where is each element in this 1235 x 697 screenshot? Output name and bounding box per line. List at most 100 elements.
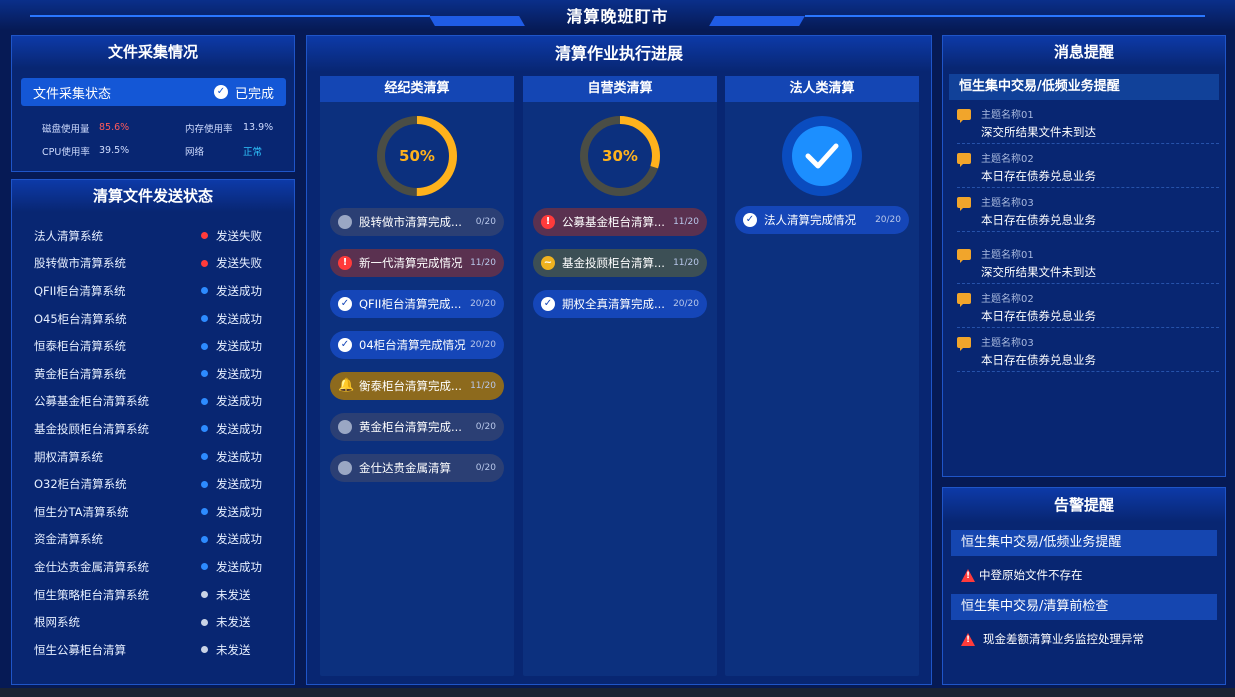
send-status-row[interactable]: O45柜台清算系统 发送成功	[34, 305, 294, 333]
task-pill[interactable]: ✓ 法人清算完成情况 20/20	[735, 206, 909, 234]
task-label: 04柜台清算完成情况	[359, 338, 466, 352]
warning-icon	[961, 568, 975, 582]
status-dot-icon	[201, 370, 208, 378]
message-item[interactable]: 主题名称01 深交所结果文件未到达	[957, 100, 1219, 144]
not-started-icon	[338, 215, 352, 229]
status-dot-icon	[201, 646, 208, 654]
send-status-panel: 清算文件发送状态 法人清算系统 发送失败 股转做市清算系统 发送失败 QFII柜台清算系…	[11, 179, 295, 685]
message-item[interactable]: 主题名称03 本日存在债券兑息业务	[957, 188, 1219, 232]
send-status-row[interactable]: 恒生公募柜台清算 未发送	[34, 636, 294, 664]
task-count: 11/20	[673, 258, 699, 268]
pending-icon: ~	[541, 256, 555, 270]
task-pill[interactable]: 黄金柜台清算完成... 0/20	[330, 413, 504, 441]
task-list: ✓ 法人清算完成情况 20/20	[725, 206, 919, 234]
send-status-text: 发送失败	[216, 228, 262, 243]
task-pill[interactable]: ✓ 04柜台清算完成情况 20/20	[330, 331, 504, 359]
column-brokerage: 经纪类清算 50% 股转做市清算完成... 0/20! 新一代清算完成情况 11/20…	[320, 76, 514, 676]
alert-item[interactable]: 现金差额清算业务监控处理异常	[961, 628, 1225, 650]
send-status-row[interactable]: 恒生分TA清算系统 发送成功	[34, 498, 294, 526]
send-status-row[interactable]: 资金清算系统 发送成功	[34, 526, 294, 554]
system-name: 基金投顾柜台清算系统	[34, 421, 149, 436]
send-status-row[interactable]: 法人清算系统 发送失败	[34, 222, 294, 250]
system-name: O32柜台清算系统	[34, 477, 127, 492]
column-title: 自营类清算	[523, 76, 717, 102]
send-status-text: 未发送	[216, 587, 251, 602]
task-count: 20/20	[470, 299, 496, 309]
send-status-text: 发送成功	[216, 532, 262, 547]
task-pill[interactable]: ✓ QFII柜台清算完成... 20/20	[330, 290, 504, 318]
alert-item[interactable]: 中登原始文件不存在	[961, 564, 1225, 586]
send-status-text: 发送成功	[216, 283, 262, 298]
send-status-row[interactable]: 基金投顾柜台清算系统 发送成功	[34, 415, 294, 443]
task-pill[interactable]: ! 新一代清算完成情况 11/20	[330, 249, 504, 277]
column-title: 法人类清算	[725, 76, 919, 102]
system-stats: 磁盘使用量 85.6% 内存使用率 13.9% CPU使用率 39.5% 网络 …	[42, 116, 294, 162]
progress-percent: 30%	[602, 147, 638, 165]
task-count: 0/20	[475, 463, 496, 473]
message-icon	[957, 249, 971, 263]
stat-label: 内存使用率	[185, 123, 233, 135]
message-topic: 主题名称03	[981, 198, 1034, 209]
task-count: 20/20	[470, 340, 496, 350]
task-pill[interactable]: 金仕达贵金属清算 0/20	[330, 454, 504, 482]
task-pill[interactable]: ~ 基金投顾柜台清算... 11/20	[533, 249, 707, 277]
task-list: ! 公募基金柜台清算... 11/20 ~ 基金投顾柜台清算... 11/20 ✓ 期权全真清…	[523, 208, 717, 318]
task-label: 金仕达贵金属清算	[359, 461, 451, 475]
completed-check-icon	[782, 116, 862, 196]
send-status-row[interactable]: QFII柜台清算系统 发送成功	[34, 277, 294, 305]
send-status-row[interactable]: 黄金柜台清算系统 发送成功	[34, 360, 294, 388]
task-label: 黄金柜台清算完成...	[359, 420, 462, 434]
status-dot-icon	[201, 425, 208, 433]
not-started-icon	[338, 461, 352, 475]
system-name: 恒泰柜台清算系统	[34, 339, 126, 354]
send-status-text: 发送成功	[216, 559, 262, 574]
status-dot-icon	[201, 508, 208, 516]
progress-ring: 50%	[375, 114, 459, 198]
message-topic: 主题名称01	[981, 250, 1034, 261]
status-dot-icon	[201, 397, 208, 405]
message-text: 深交所结果文件未到达	[981, 265, 1096, 279]
send-status-row[interactable]: 恒生策略柜台清算系统 未发送	[34, 581, 294, 609]
status-dot-icon	[201, 535, 208, 543]
check-icon: ✓	[541, 297, 555, 311]
send-status-row[interactable]: 公募基金柜台清算系统 发送成功	[34, 388, 294, 416]
send-status-row[interactable]: O32柜台清算系统 发送成功	[34, 470, 294, 498]
send-status-row[interactable]: 股转做市清算系统 发送失败	[34, 250, 294, 278]
task-pill[interactable]: ✓ 期权全真清算完成... 20/20	[533, 290, 707, 318]
message-item[interactable]: 主题名称02 本日存在债券兑息业务	[957, 144, 1219, 188]
send-status-text: 发送成功	[216, 394, 262, 409]
system-name: 股转做市清算系统	[34, 256, 126, 271]
bell-icon: 🔔	[338, 378, 355, 393]
send-status-row[interactable]: 根网系统 未发送	[34, 608, 294, 636]
message-text: 本日存在债券兑息业务	[981, 309, 1096, 323]
progress-ring: 30%	[578, 114, 662, 198]
check-icon: ✓	[338, 338, 352, 352]
page-title: 清算晚班盯市	[566, 7, 669, 26]
system-name: QFII柜台清算系统	[34, 283, 126, 298]
message-item[interactable]: 主题名称01 深交所结果文件未到达	[957, 240, 1219, 284]
task-label: 期权全真清算完成...	[562, 297, 665, 311]
send-status-text: 发送成功	[216, 366, 262, 381]
system-name: 恒生策略柜台清算系统	[34, 587, 149, 602]
warning-icon	[961, 632, 975, 646]
task-pill[interactable]: ! 公募基金柜台清算... 11/20	[533, 208, 707, 236]
task-count: 11/20	[470, 258, 496, 268]
system-name: 金仕达贵金属清算系统	[34, 559, 149, 574]
task-pill[interactable]: 股转做市清算完成... 0/20	[330, 208, 504, 236]
send-status-text: 发送成功	[216, 504, 262, 519]
status-dot-icon	[201, 591, 208, 599]
file-collect-status-row[interactable]: 文件采集状态 ✓ 已完成	[21, 78, 286, 106]
send-status-row[interactable]: 恒泰柜台清算系统 发送成功	[34, 332, 294, 360]
column-proprietary: 自营类清算 30% ! 公募基金柜台清算... 11/20 ~ 基金投顾柜台清算... 1…	[523, 76, 717, 676]
alert-text: 现金差额清算业务监控处理异常	[983, 632, 1144, 646]
send-status-row[interactable]: 期权清算系统 发送成功	[34, 443, 294, 471]
send-status-title: 清算文件发送状态	[12, 180, 294, 212]
task-pill[interactable]: 🔔 衡泰柜台清算完成... 11/20	[330, 372, 504, 400]
message-item[interactable]: 主题名称02 本日存在债券兑息业务	[957, 284, 1219, 328]
message-item[interactable]: 主题名称03 本日存在债券兑息业务	[957, 328, 1219, 372]
task-label: 法人清算完成情况	[764, 213, 856, 227]
send-status-list: 法人清算系统 发送失败 股转做市清算系统 发送失败 QFII柜台清算系统 发送成功 O45柜…	[12, 212, 294, 664]
send-status-row[interactable]: 金仕达贵金属清算系统 发送成功	[34, 553, 294, 581]
send-status-text: 发送成功	[216, 311, 262, 326]
progress-title: 清算作业执行进展	[307, 36, 931, 72]
